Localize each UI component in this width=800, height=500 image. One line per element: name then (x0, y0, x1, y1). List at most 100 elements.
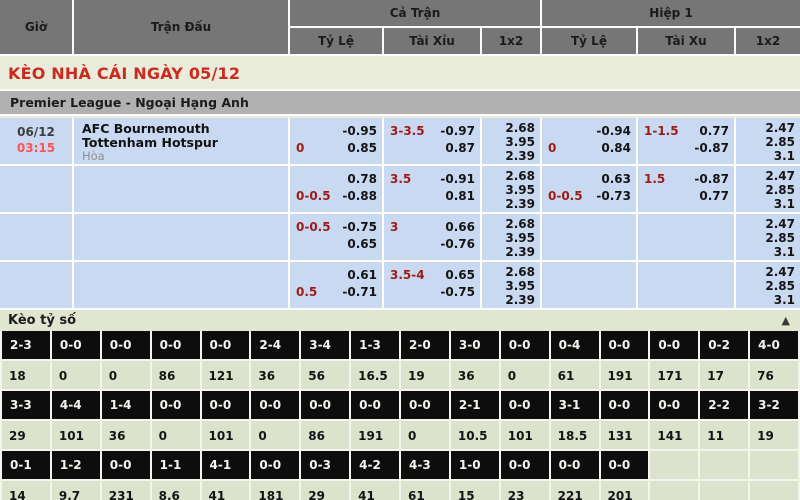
score-odds-cell[interactable]: 191 (351, 421, 399, 449)
h1-over-under-cell[interactable]: 1-1.50.77-0.87 (638, 118, 734, 164)
score-header-cell: 3-1 (551, 391, 599, 419)
ft-over-under-cell[interactable]: 3.5-0.910.81 (384, 166, 480, 212)
odds-line: -0.94 (542, 123, 636, 140)
draw-label: Hòa (82, 150, 288, 163)
score-odds-cell[interactable]: 17 (700, 361, 748, 389)
score-odds-cell[interactable]: 14 (2, 481, 50, 500)
odds-value: 2.39 (482, 149, 540, 163)
score-odds-cell[interactable]: 15 (451, 481, 499, 500)
odds-value: 3.95 (482, 231, 540, 245)
score-odds-cell[interactable]: 86 (152, 361, 200, 389)
score-odds-cell[interactable]: 18.5 (551, 421, 599, 449)
column-header-match: Trận Đấu (74, 0, 288, 54)
odds-value: -0.75 (342, 219, 377, 236)
score-odds-cell[interactable]: 36 (251, 361, 299, 389)
score-odds-cell[interactable]: 121 (202, 361, 250, 389)
odds-value: -0.73 (596, 188, 631, 205)
score-odds-cell[interactable]: 56 (301, 361, 349, 389)
score-odds-cell[interactable]: 0 (401, 421, 449, 449)
h1-1x2-cell[interactable]: 2.472.853.1 (736, 262, 800, 308)
score-header-cell: 0-0 (102, 451, 150, 479)
ft-handicap-cell[interactable]: 0.610.5-0.71 (290, 262, 382, 308)
score-odds-cell[interactable]: 231 (102, 481, 150, 500)
score-header-cell: 4-3 (401, 451, 449, 479)
column-header-ft-1x2: 1x2 (482, 28, 540, 54)
ft-1x2-cell[interactable]: 2.683.952.39 (482, 262, 540, 308)
score-header-cell: 0-3 (301, 451, 349, 479)
score-odds-cell[interactable]: 23 (501, 481, 549, 500)
score-odds-cell[interactable]: 19 (750, 421, 798, 449)
score-odds-cell[interactable]: 0 (251, 421, 299, 449)
odds-value: 0.77 (699, 188, 729, 205)
score-odds-cell[interactable]: 0 (152, 421, 200, 449)
odds-value: 2.68 (482, 217, 540, 231)
score-odds-cell[interactable]: 0 (52, 361, 100, 389)
ft-over-under-cell[interactable]: 30.66-0.76 (384, 214, 480, 260)
column-group-first-half: Hiệp 1 (542, 0, 800, 26)
score-header-cell: 2-1 (451, 391, 499, 419)
h1-1x2-cell[interactable]: 2.472.853.1 (736, 166, 800, 212)
score-odds-cell[interactable]: 16.5 (351, 361, 399, 389)
odds-line: 0.78 (290, 171, 382, 188)
ft-1x2-cell[interactable]: 2.683.952.39 (482, 118, 540, 164)
ft-1x2-cell[interactable]: 2.683.952.39 (482, 166, 540, 212)
collapse-arrow-icon[interactable]: ▲ (782, 309, 790, 332)
score-odds-cell[interactable]: 36 (102, 421, 150, 449)
ft-handicap-cell[interactable]: -0.9500.85 (290, 118, 382, 164)
score-odds-cell[interactable]: 191 (601, 361, 649, 389)
odds-value: -0.88 (342, 188, 377, 205)
odds-value: 0.77 (699, 123, 729, 140)
odds-row: 0.780-0.5-0.883.5-0.910.812.683.952.390.… (0, 166, 800, 212)
ft-1x2-cell[interactable]: 2.683.952.39 (482, 214, 540, 260)
score-odds-cell[interactable]: 86 (301, 421, 349, 449)
score-odds-cell[interactable]: 41 (351, 481, 399, 500)
score-header-cell: 1-2 (52, 451, 100, 479)
handicap-label: 0.5 (296, 284, 317, 301)
score-odds-cell[interactable]: 29 (2, 421, 50, 449)
score-odds-cell[interactable]: 0 (501, 361, 549, 389)
score-odds-cell[interactable]: 141 (650, 421, 698, 449)
match-date: 06/12 (0, 125, 72, 139)
score-odds-cell[interactable]: 19 (401, 361, 449, 389)
score-odds-cell[interactable]: 101 (501, 421, 549, 449)
odds-value: -0.76 (440, 236, 475, 253)
score-header-cell: 4-0 (750, 331, 798, 359)
score-odds-cell[interactable]: 131 (601, 421, 649, 449)
h1-over-under-cell[interactable]: 1.5-0.870.77 (638, 166, 734, 212)
ft-over-under-cell[interactable]: 3.5-40.65-0.75 (384, 262, 480, 308)
score-odds-cell[interactable]: 18 (2, 361, 50, 389)
score-odds-cell[interactable]: 221 (551, 481, 599, 500)
odds-value: 3.95 (482, 279, 540, 293)
score-odds-cell[interactable]: 201 (601, 481, 649, 500)
score-odds-cell[interactable]: 8.6 (152, 481, 200, 500)
h1-handicap-cell (542, 214, 636, 260)
score-header-cell: 1-4 (102, 391, 150, 419)
score-odds-cell[interactable]: 171 (650, 361, 698, 389)
score-odds-cell[interactable]: 41 (202, 481, 250, 500)
h1-handicap-cell[interactable]: -0.9400.84 (542, 118, 636, 164)
time-cell (0, 262, 72, 308)
odds-line: 0-0.5-0.73 (542, 188, 636, 205)
ft-over-under-cell[interactable]: 3-3.5-0.970.87 (384, 118, 480, 164)
score-odds-cell[interactable]: 76 (750, 361, 798, 389)
score-odds-cell[interactable]: 36 (451, 361, 499, 389)
score-odds-cell[interactable]: 0 (102, 361, 150, 389)
ft-handicap-cell[interactable]: 0-0.5-0.750.65 (290, 214, 382, 260)
h1-1x2-cell[interactable]: 2.472.853.1 (736, 214, 800, 260)
score-odds-cell[interactable]: 61 (401, 481, 449, 500)
score-odds-cell[interactable]: 11 (700, 421, 748, 449)
score-header-cell: 0-0 (601, 451, 649, 479)
score-odds-cell[interactable]: 101 (202, 421, 250, 449)
h1-1x2-cell[interactable]: 2.472.853.1 (736, 118, 800, 164)
odds-value: 0.65 (445, 267, 475, 284)
score-header-cell: 0-0 (401, 391, 449, 419)
score-odds-cell[interactable]: 181 (251, 481, 299, 500)
ft-handicap-cell[interactable]: 0.780-0.5-0.88 (290, 166, 382, 212)
h1-handicap-cell[interactable]: 0.630-0.5-0.73 (542, 166, 636, 212)
score-odds-cell[interactable]: 101 (52, 421, 100, 449)
score-odds-cell[interactable]: 9.7 (52, 481, 100, 500)
score-odds-cell[interactable]: 10.5 (451, 421, 499, 449)
league-header[interactable]: Premier League - Ngoại Hạng Anh (0, 89, 800, 116)
score-odds-cell[interactable]: 29 (301, 481, 349, 500)
score-odds-cell[interactable]: 61 (551, 361, 599, 389)
